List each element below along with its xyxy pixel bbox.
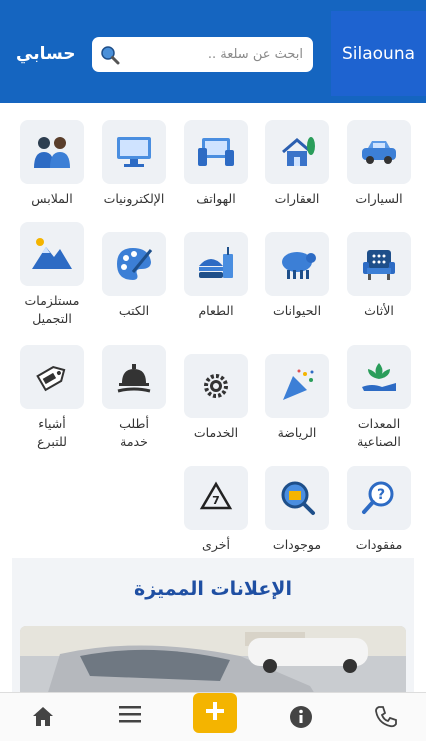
- category-clothes[interactable]: الملابس: [8, 120, 96, 208]
- mountain-icon: [20, 222, 84, 286]
- add-ad-button[interactable]: [193, 693, 237, 733]
- category-label: أشياء للتبرع: [37, 416, 67, 449]
- category-label: الملابس: [31, 191, 73, 206]
- category-label: الإلكترونيات: [103, 191, 165, 206]
- devices-icon: [184, 120, 248, 184]
- account-link[interactable]: حسابي: [16, 44, 76, 64]
- brand-name: Silaouna: [341, 43, 416, 64]
- free-tag-icon: [20, 345, 84, 409]
- category-label: السيارات: [355, 191, 403, 206]
- info-icon: [258, 705, 343, 729]
- category-other[interactable]: 7 أخرى: [172, 466, 260, 554]
- svg-text:7: 7: [212, 494, 220, 507]
- category-label: الأثاث: [364, 303, 394, 318]
- category-food[interactable]: الطعام: [172, 232, 260, 320]
- home-icon: [0, 705, 85, 727]
- category-label: أطلب خدمة: [119, 416, 149, 449]
- recycle-icon: 7: [184, 466, 248, 530]
- category-beauty[interactable]: مستلزمات التجميل: [8, 222, 96, 328]
- featured-ads-title: الإعلانات المميزة: [134, 578, 292, 600]
- category-label: الكتب: [118, 303, 150, 318]
- people-icon: [20, 120, 84, 184]
- category-label: الرياضة: [277, 425, 317, 440]
- nav-home[interactable]: [0, 693, 85, 741]
- category-found[interactable]: موجودات: [253, 466, 341, 554]
- category-label: مستلزمات التجميل: [24, 293, 80, 326]
- search-icon[interactable]: [92, 37, 128, 72]
- category-real-estate[interactable]: العقارات: [253, 120, 341, 208]
- category-label: المعدات الصناعية: [357, 416, 401, 449]
- car-icon: [347, 120, 411, 184]
- category-label: الخدمات: [193, 425, 239, 440]
- gear-icon: [184, 354, 248, 418]
- category-animals[interactable]: الحيوانات: [253, 232, 341, 320]
- nav-contact[interactable]: [343, 693, 426, 741]
- category-label: الحيوانات: [272, 303, 322, 318]
- found-search-icon: [265, 466, 329, 530]
- plant-hand-icon: [347, 345, 411, 409]
- nav-all-ads[interactable]: [87, 693, 172, 741]
- category-label: مفقودات: [355, 537, 403, 552]
- nav-info[interactable]: [258, 693, 343, 741]
- category-furniture[interactable]: الأثاث: [335, 232, 423, 320]
- phone-icon: [343, 705, 426, 729]
- category-label: أخرى: [202, 537, 230, 552]
- category-label: موجودات: [272, 537, 322, 552]
- search-bar[interactable]: ابحث عن سلعة ..: [92, 37, 313, 72]
- brand-logo[interactable]: Silaouna: [331, 11, 426, 96]
- search-input[interactable]: ابحث عن سلعة ..: [128, 47, 313, 62]
- house-icon: [265, 120, 329, 184]
- category-books[interactable]: الكتب: [90, 232, 178, 320]
- category-donations[interactable]: أشياء للتبرع: [8, 345, 96, 451]
- party-popper-icon: [265, 354, 329, 418]
- category-label: الهواتف: [196, 191, 236, 206]
- sheep-icon: [265, 232, 329, 296]
- lost-search-icon: ?: [347, 466, 411, 530]
- category-industrial[interactable]: المعدات الصناعية: [335, 345, 423, 451]
- palette-icon: [102, 232, 166, 296]
- category-services[interactable]: الخدمات: [172, 354, 260, 442]
- category-label: العقارات: [274, 191, 320, 206]
- menu-icon: [87, 705, 172, 723]
- category-sports[interactable]: الرياضة: [253, 354, 341, 442]
- app-header: Silaouna ابحث عن سلعة .. حسابي: [0, 0, 426, 103]
- food-icon: [184, 232, 248, 296]
- category-request-service[interactable]: أطلب خدمة: [90, 345, 178, 451]
- monitor-icon: [102, 120, 166, 184]
- svg-text:?: ?: [377, 487, 385, 503]
- category-lost[interactable]: ? مفقودات: [335, 466, 423, 554]
- category-label: الطعام: [198, 303, 234, 318]
- armchair-icon: [347, 232, 411, 296]
- plus-icon: [204, 700, 226, 726]
- category-cars[interactable]: السيارات: [335, 120, 423, 208]
- category-electronics[interactable]: الإلكترونيات: [90, 120, 178, 208]
- service-bell-icon: [102, 345, 166, 409]
- bottom-navigation: [0, 692, 426, 741]
- category-phones[interactable]: الهواتف: [172, 120, 260, 208]
